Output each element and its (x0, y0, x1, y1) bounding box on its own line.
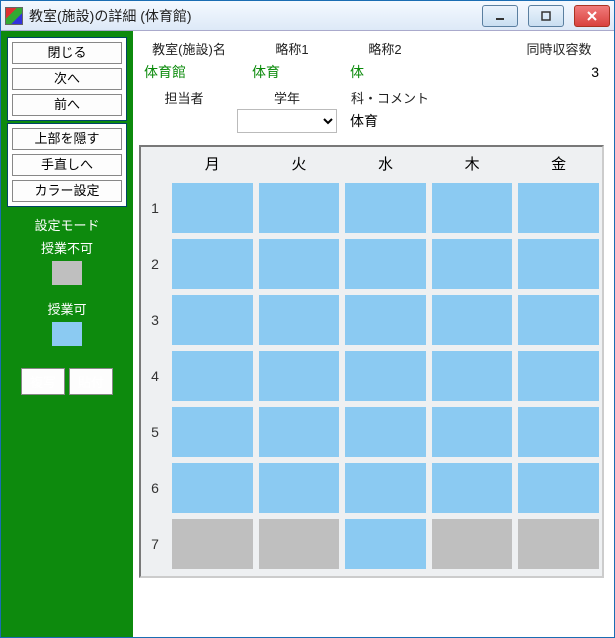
mode-section: 設定モード 授業不可 授業可 複写 貼付 (7, 209, 127, 403)
schedule-cell[interactable] (259, 463, 340, 513)
grid-row: 1 (141, 180, 602, 236)
schedule-cell[interactable] (259, 519, 340, 569)
titlebar: 教室(施設)の詳細 (体育館) (1, 1, 614, 31)
close-icon (585, 9, 599, 23)
color-settings-button[interactable]: カラー設定 (12, 180, 122, 202)
app-icon (5, 7, 23, 25)
teacher-label: 担当者 (139, 88, 229, 107)
mode-label: 設定モード (34, 215, 99, 234)
day-header: 金 (515, 149, 602, 178)
abbr1-input[interactable] (247, 60, 337, 84)
day-header: 水 (342, 149, 429, 178)
legend-na-label: 授業不可 (41, 238, 93, 257)
grid-row: 3 (141, 292, 602, 348)
capacity-label: 同時収容数 (514, 39, 604, 58)
schedule-cell[interactable] (345, 463, 426, 513)
paste-button[interactable]: 貼付 (69, 368, 113, 395)
grid-header-row: 月 火 水 木 金 (141, 147, 602, 180)
minimize-icon (493, 9, 507, 23)
schedule-cell[interactable] (345, 407, 426, 457)
teacher-input[interactable] (139, 109, 229, 133)
sidebar-panel-nav: 閉じる 次へ 前へ (7, 37, 127, 121)
grid-row: 4 (141, 348, 602, 404)
schedule-cell[interactable] (518, 295, 599, 345)
legend-na-swatch (52, 261, 82, 285)
grade-label: 学年 (237, 88, 337, 107)
abbr1-label: 略称1 (247, 39, 337, 58)
schedule-cell[interactable] (259, 351, 340, 401)
schedule-cell[interactable] (432, 295, 513, 345)
grid-row: 6 (141, 460, 602, 516)
schedule-cell[interactable] (345, 351, 426, 401)
period-label: 2 (141, 236, 169, 292)
schedule-cell[interactable] (259, 295, 340, 345)
next-button[interactable]: 次へ (12, 68, 122, 90)
schedule-cell[interactable] (518, 183, 599, 233)
schedule-cell[interactable] (518, 351, 599, 401)
schedule-cell[interactable] (432, 463, 513, 513)
sidebar-panel-tools: 上部を隠す 手直しへ カラー設定 (7, 123, 127, 207)
schedule-cell[interactable] (345, 183, 426, 233)
copy-button[interactable]: 複写 (21, 368, 65, 395)
window-title: 教室(施設)の詳細 (体育館) (29, 6, 472, 26)
period-label: 7 (141, 516, 169, 572)
day-header: 月 (169, 149, 256, 178)
legend-ok-label: 授業可 (47, 299, 86, 318)
schedule-cell[interactable] (432, 183, 513, 233)
schedule-cell[interactable] (259, 183, 340, 233)
schedule-cell[interactable] (345, 239, 426, 289)
comment-input[interactable] (345, 109, 435, 133)
schedule-cell[interactable] (172, 519, 253, 569)
day-header: 火 (256, 149, 343, 178)
minimize-button[interactable] (482, 5, 518, 27)
schedule-cell[interactable] (172, 463, 253, 513)
abbr2-label: 略称2 (345, 39, 425, 58)
schedule-cell[interactable] (259, 239, 340, 289)
grade-select[interactable] (237, 109, 337, 133)
schedule-grid: 月 火 水 木 金 1234567 (139, 145, 604, 578)
maximize-button[interactable] (528, 5, 564, 27)
schedule-cell[interactable] (172, 351, 253, 401)
hide-top-button[interactable]: 上部を隠す (12, 128, 122, 150)
manual-edit-button[interactable]: 手直しへ (12, 154, 122, 176)
maximize-icon (539, 9, 553, 23)
schedule-cell[interactable] (432, 351, 513, 401)
schedule-cell[interactable] (345, 519, 426, 569)
grid-row: 5 (141, 404, 602, 460)
schedule-cell[interactable] (172, 407, 253, 457)
capacity-input[interactable] (514, 60, 604, 84)
schedule-cell[interactable] (518, 407, 599, 457)
period-label: 4 (141, 348, 169, 404)
day-header: 木 (429, 149, 516, 178)
period-label: 6 (141, 460, 169, 516)
name-input[interactable] (139, 60, 239, 84)
sidebar: 閉じる 次へ 前へ 上部を隠す 手直しへ カラー設定 設定モード 授業不可 授業… (1, 31, 133, 637)
schedule-cell[interactable] (518, 519, 599, 569)
schedule-cell[interactable] (259, 407, 340, 457)
period-label: 3 (141, 292, 169, 348)
schedule-cell[interactable] (432, 519, 513, 569)
schedule-cell[interactable] (172, 295, 253, 345)
prev-button[interactable]: 前へ (12, 94, 122, 116)
schedule-cell[interactable] (432, 239, 513, 289)
grid-row: 7 (141, 516, 602, 572)
comment-label: 科・コメント (345, 88, 435, 107)
period-label: 5 (141, 404, 169, 460)
abbr2-input[interactable] (345, 60, 425, 84)
schedule-cell[interactable] (518, 463, 599, 513)
schedule-cell[interactable] (432, 407, 513, 457)
schedule-cell[interactable] (172, 239, 253, 289)
close-dialog-button[interactable]: 閉じる (12, 42, 122, 64)
close-button[interactable] (574, 5, 610, 27)
schedule-cell[interactable] (518, 239, 599, 289)
schedule-cell[interactable] (345, 295, 426, 345)
main-panel: 教室(施設)名 略称1 略称2 同時収容数 担当者 学年 (133, 31, 614, 637)
grid-row: 2 (141, 236, 602, 292)
period-label: 1 (141, 180, 169, 236)
legend-ok-swatch (52, 322, 82, 346)
name-label: 教室(施設)名 (139, 39, 239, 58)
schedule-cell[interactable] (172, 183, 253, 233)
